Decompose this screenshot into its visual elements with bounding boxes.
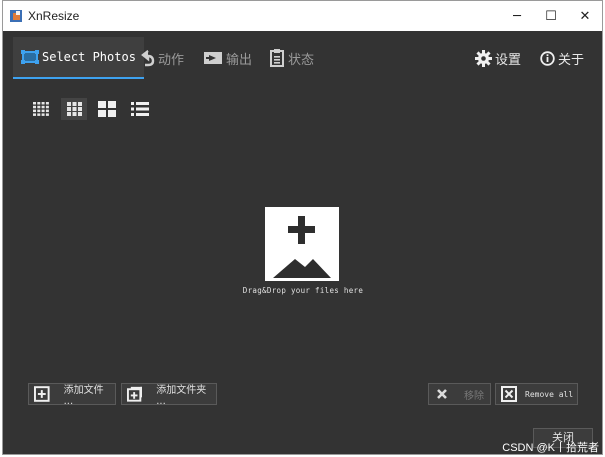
remove-x-icon [437,389,447,399]
settings-button[interactable]: 设置 [475,37,521,79]
close-window-button[interactable]: ✕ [568,1,602,31]
view-medium-grid-button[interactable] [61,98,87,120]
tab-action[interactable]: 动作 [139,37,184,79]
remove-all-button[interactable]: Remove all [495,383,578,405]
main-toolbar: Select Photos 动作 输出 状态 设置 关于 [3,31,602,81]
tab-status[interactable]: 状态 [269,37,314,79]
window-title: XnResize [28,9,80,23]
add-files-label: 添加文件 ... [63,385,104,407]
title-bar: XnResize ─ ☐ ✕ [3,1,602,31]
add-folder-label: 添加文件夹 ... [156,385,207,407]
remove-button[interactable]: 移除 [428,383,491,405]
tab-label: 输出 [226,52,253,68]
add-folder-button[interactable]: 添加文件夹 ... [121,383,217,407]
view-large-grid-button[interactable] [94,98,120,120]
watermark-text: CSDN @K丨拾荒者 [502,442,599,454]
gear-icon [475,49,492,67]
remove-all-icon [501,386,517,402]
tab-output[interactable]: 输出 [203,37,252,79]
action-icon [141,50,155,67]
maximize-button[interactable]: ☐ [534,1,568,31]
minimize-button[interactable]: ─ [500,1,534,31]
tab-label: Select Photos [42,50,136,64]
remove-all-label: Remove all [525,389,574,399]
large-grid-icon [98,101,116,117]
output-icon [204,52,222,64]
small-grid-icon [33,102,49,116]
about-button[interactable]: 关于 [540,37,584,79]
view-list-button[interactable] [127,98,153,120]
xnresize-logo-icon [10,10,22,22]
list-icon [131,102,149,116]
info-icon [540,50,555,66]
app-window: XnResize ─ ☐ ✕ Select Photos 动作 输出 状态 设置… [2,0,603,455]
dropzone[interactable] [265,207,339,281]
select-photos-icon [21,50,39,64]
remove-label: 移除 [464,390,484,402]
status-icon [270,49,284,67]
medium-grid-icon [66,102,82,116]
tab-select-photos[interactable]: Select Photos [13,37,144,79]
view-mode-bar [28,98,160,120]
add-folder-icon [127,386,143,402]
add-file-icon [34,386,50,402]
tab-label: 状态 [288,52,315,68]
about-label: 关于 [558,52,585,68]
add-image-icon [273,216,331,278]
dropzone-hint: Drag&Drop your files here [242,286,364,295]
settings-label: 设置 [495,52,522,68]
add-files-button[interactable]: 添加文件 ... [28,383,116,407]
tab-label: 动作 [158,52,185,68]
view-small-grid-button[interactable] [28,98,54,120]
